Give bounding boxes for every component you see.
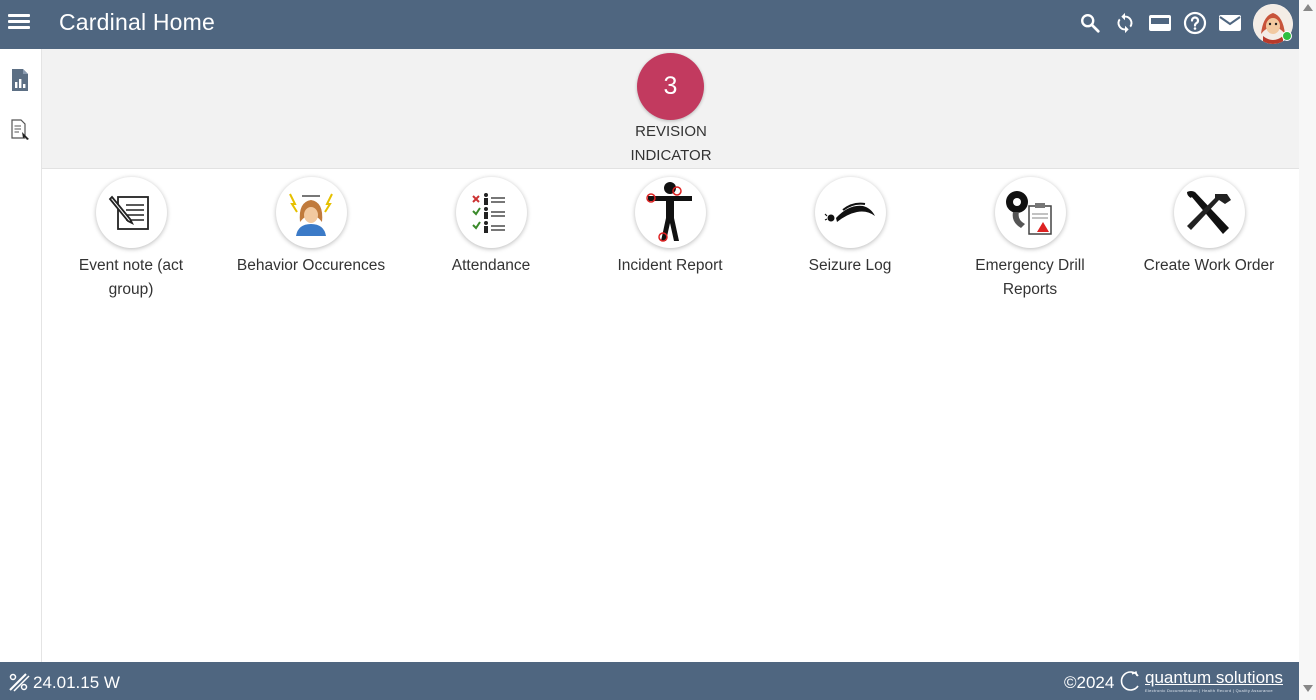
tile-behavior-occurences[interactable]: Behavior Occurences (221, 177, 401, 278)
page-scrollbar[interactable] (1299, 0, 1316, 700)
page-title: Cardinal Home (59, 9, 215, 35)
tile-event-note[interactable]: Event note (act group) (41, 177, 221, 302)
revision-indicator-label: REVISION INDICATOR (595, 120, 747, 168)
pattern-icon (8, 672, 30, 692)
footer-bar: 24.01.15 W ©2024 quantum solutions Elect… (0, 662, 1299, 700)
document-search-icon[interactable] (9, 118, 33, 144)
brand-logo-icon (1118, 670, 1142, 692)
mail-icon[interactable] (1217, 10, 1243, 36)
top-toolbar (1077, 10, 1243, 36)
left-sidebar (0, 49, 42, 662)
tile-label: Create Work Order (1143, 257, 1275, 274)
version-label: 24.01.15 W (33, 673, 120, 692)
tile-attendance[interactable]: Attendance (401, 177, 581, 278)
top-bar: Cardinal Home (0, 0, 1299, 49)
emergency-drill-icon (994, 177, 1066, 248)
tile-label: Incident Report (617, 257, 723, 274)
credit-card-icon[interactable] (1147, 10, 1173, 36)
brand-link[interactable]: quantum solutions (1145, 668, 1283, 688)
sync-icon[interactable] (1112, 10, 1138, 36)
behavior-icon (275, 177, 347, 248)
revision-indicator-panel: 3 REVISION INDICATOR (42, 49, 1299, 169)
search-icon[interactable] (1077, 10, 1103, 36)
report-chart-icon[interactable] (9, 68, 33, 94)
indicator-label-line1: REVISION (635, 123, 707, 140)
attendance-icon (455, 177, 527, 248)
work-order-icon (1173, 177, 1245, 248)
tile-label: Event note (act group) (78, 257, 184, 298)
copyright-label: ©2024 (1064, 673, 1115, 692)
event-note-icon (95, 177, 167, 248)
indicator-label-line2: INDICATOR (630, 147, 712, 164)
help-icon[interactable] (1182, 10, 1208, 36)
tile-create-work-order[interactable]: Create Work Order (1119, 177, 1299, 278)
tile-label: Emergency Drill Reports (975, 257, 1085, 298)
tile-seizure-log[interactable]: Seizure Log (760, 177, 940, 278)
tile-incident-report[interactable]: Incident Report (580, 177, 760, 278)
incident-report-icon (634, 177, 706, 248)
seizure-log-icon (814, 177, 886, 248)
revision-indicator-badge[interactable]: 3 (637, 53, 704, 120)
brand-tagline: Electronic Documentation | Health Record… (1145, 688, 1273, 693)
tile-label: Seizure Log (808, 257, 892, 274)
scroll-up-arrow-icon[interactable] (1303, 4, 1313, 11)
tile-emergency-drill-reports[interactable]: Emergency Drill Reports (940, 177, 1120, 302)
online-status-indicator (1282, 31, 1292, 41)
app-root: Cardinal Home 3 REVISION INDICATOR Event… (0, 0, 1316, 700)
tile-label: Attendance (451, 257, 531, 274)
menu-icon[interactable] (8, 12, 32, 34)
scroll-down-arrow-icon[interactable] (1303, 685, 1313, 692)
tile-label: Behavior Occurences (236, 257, 386, 274)
